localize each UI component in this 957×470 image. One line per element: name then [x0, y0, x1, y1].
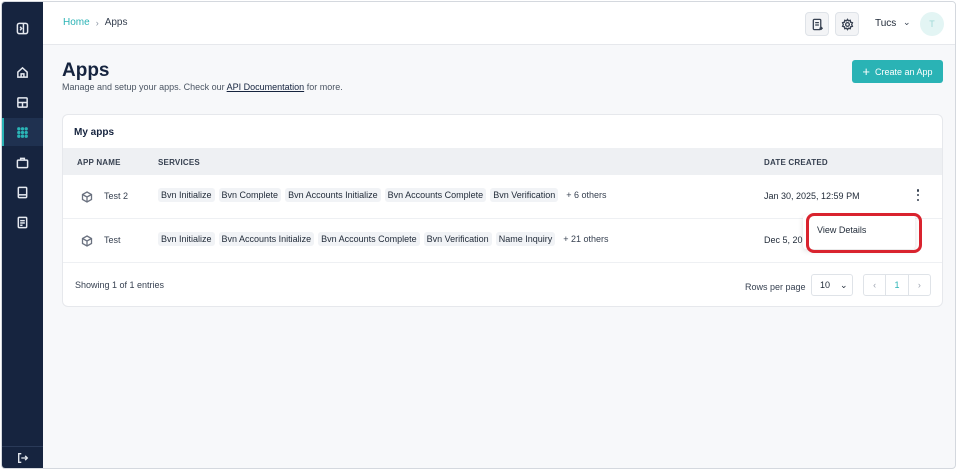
- cube-icon: [81, 234, 93, 247]
- service-chip: Bvn Initialize: [158, 188, 215, 202]
- collapse-sidebar-icon[interactable]: [2, 14, 43, 42]
- logout-icon[interactable]: [2, 446, 43, 468]
- more-services-count: + 6 others: [566, 190, 607, 200]
- user-name[interactable]: Tucs: [875, 18, 896, 29]
- apps-grid-icon[interactable]: [2, 118, 43, 146]
- subtitle-text: Manage and setup your apps. Check our: [62, 82, 225, 92]
- pagination: ‹ 1 ›: [863, 274, 931, 296]
- table-footer: Showing 1 of 1 entries Rows per page 10 …: [63, 263, 942, 306]
- current-page[interactable]: 1: [886, 275, 909, 295]
- service-chip: Name Inquiry: [495, 232, 556, 246]
- services-list: Bvn Initialize Bvn Accounts Initialize B…: [158, 232, 609, 246]
- entries-summary: Showing 1 of 1 entries: [75, 280, 165, 290]
- chevron-down-icon: ⌄: [840, 279, 848, 290]
- create-app-button[interactable]: + Create an App: [852, 60, 943, 83]
- api-documentation-link[interactable]: API Documentation: [227, 82, 305, 92]
- app-name: Test 2: [104, 191, 129, 201]
- service-chip: Bvn Accounts Complete: [318, 232, 420, 246]
- card-title: My apps: [74, 127, 115, 138]
- report-icon[interactable]: [2, 208, 43, 236]
- column-services: SERVICES: [158, 158, 200, 167]
- dashboard-icon[interactable]: [2, 88, 43, 116]
- services-list: Bvn Initialize Bvn Complete Bvn Accounts…: [158, 188, 607, 202]
- rows-per-page-label: Rows per page: [745, 282, 806, 292]
- row-actions-kebab-icon[interactable]: [913, 186, 923, 204]
- service-chip: Bvn Initialize: [158, 232, 215, 246]
- table-header: APP NAME SERVICES DATE CREATED: [63, 148, 942, 175]
- column-date-created: DATE CREATED: [764, 158, 828, 167]
- cube-icon: [81, 190, 93, 203]
- plus-icon: +: [862, 63, 871, 79]
- column-app-name: APP NAME: [77, 158, 121, 167]
- service-chip: Bvn Accounts Initialize: [218, 232, 315, 246]
- briefcase-icon[interactable]: [2, 148, 43, 176]
- prev-page-button[interactable]: ‹: [864, 275, 887, 295]
- service-chip: Bvn Complete: [218, 188, 282, 202]
- rows-per-page-select[interactable]: 10 ⌄: [811, 274, 853, 296]
- create-app-label: Create an App: [875, 66, 933, 77]
- date-created: Dec 5, 20: [764, 235, 803, 245]
- avatar[interactable]: T: [920, 12, 944, 36]
- gear-icon: [841, 17, 853, 31]
- service-chip: Bvn Accounts Complete: [384, 188, 487, 202]
- breadcrumb-home-link[interactable]: Home: [63, 17, 90, 28]
- more-services-count: + 21 others: [563, 234, 609, 244]
- breadcrumb-current: Apps: [104, 17, 128, 28]
- apps-table-card: My apps APP NAME SERVICES DATE CREATED T…: [62, 114, 943, 307]
- breadcrumb: Home › Apps: [63, 17, 127, 28]
- date-created: Jan 30, 2025, 12:59 PM: [764, 191, 860, 201]
- rows-per-page-value: 10: [820, 280, 831, 290]
- service-chip: Bvn Accounts Initialize: [285, 188, 381, 202]
- top-bar: Home › Apps Tucs ⌄ T: [43, 2, 955, 45]
- next-page-button[interactable]: ›: [909, 275, 930, 295]
- app-window: Home › Apps Tucs ⌄ T Apps Manage and set…: [1, 1, 956, 469]
- app-name: Test: [104, 235, 121, 245]
- chevron-down-icon[interactable]: ⌄: [903, 17, 911, 28]
- breadcrumb-separator: ›: [95, 17, 99, 28]
- service-chip: Bvn Verification: [490, 188, 559, 202]
- highlight-annotation: [806, 213, 922, 253]
- document-icon: [812, 18, 823, 30]
- table-row[interactable]: Test 2 Bvn Initialize Bvn Complete Bvn A…: [63, 175, 942, 219]
- documentation-button[interactable]: [805, 12, 829, 36]
- subtitle-text-end: for more.: [306, 82, 343, 92]
- page-subtitle: Manage and setup your apps. Check our AP…: [62, 82, 343, 92]
- service-chip: Bvn Verification: [423, 232, 492, 246]
- page-title: Apps: [62, 60, 110, 81]
- book-icon[interactable]: [2, 178, 43, 206]
- settings-button[interactable]: [835, 12, 859, 36]
- sidebar: [2, 2, 43, 468]
- home-icon[interactable]: [2, 58, 43, 86]
